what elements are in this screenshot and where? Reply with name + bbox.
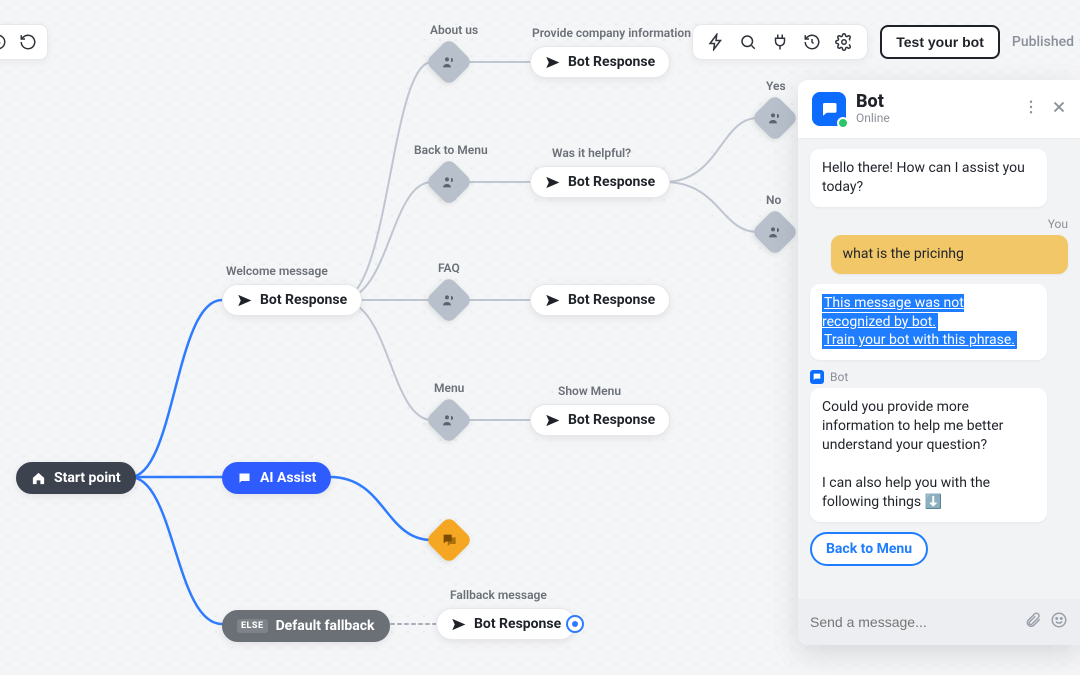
reply-line1: Could you provide more information to he… (822, 399, 1003, 453)
node-ai-assist[interactable]: AI Assist (222, 462, 331, 494)
node-back-to-menu[interactable]: Back to Menu (432, 165, 466, 199)
node-about-us[interactable]: About us (432, 45, 466, 79)
gear-icon[interactable] (835, 33, 853, 51)
back-title: Back to Menu (414, 143, 488, 157)
faq-title: FAQ (438, 261, 460, 275)
about-resp-title: Provide company information (532, 26, 691, 40)
chat-panel: Bot Online Hello there! How can I assist… (798, 80, 1080, 645)
about-resp-label: Bot Response (568, 54, 655, 70)
who-bot: Bot (810, 370, 1068, 384)
undo-redo-toolbar (0, 24, 48, 60)
send-icon (451, 617, 466, 632)
node-menu[interactable]: Menu (432, 403, 466, 437)
chat-body[interactable]: Hello there! How can I assist you today?… (798, 139, 1080, 599)
chat-input[interactable] (810, 614, 1016, 630)
helpful-title: Was it helpful? (552, 146, 631, 160)
ai-icon (441, 532, 457, 548)
bolt-icon[interactable] (707, 33, 725, 51)
node-faq-response[interactable]: Bot Response (530, 284, 670, 316)
start-label: Start point (54, 470, 121, 486)
chat-name: Bot (856, 93, 890, 112)
welcome-title: Welcome message (226, 264, 328, 278)
who-you: You (810, 217, 1068, 231)
person-icon (441, 292, 457, 308)
chat-status: Online (856, 111, 890, 125)
send-icon (545, 55, 560, 70)
node-default-fallback[interactable]: ELSE Default fallback (222, 610, 390, 642)
person-icon (767, 110, 783, 126)
person-icon (441, 412, 457, 428)
node-no[interactable]: No (758, 215, 792, 249)
reply-line2: I can also help you with the following t… (822, 475, 990, 510)
node-menu-response[interactable]: Show Menu Bot Response (530, 404, 670, 436)
node-about-response[interactable]: Provide company information Bot Response (530, 46, 670, 78)
search-icon[interactable] (739, 33, 757, 51)
send-icon (545, 293, 560, 308)
person-icon (767, 224, 783, 240)
history-icon[interactable] (803, 33, 821, 51)
home-icon (31, 471, 46, 486)
menu-resp-label: Bot Response (568, 412, 655, 428)
person-icon (441, 174, 457, 190)
fallback-label: Bot Response (474, 616, 561, 632)
chat-icon (237, 471, 252, 486)
more-icon[interactable] (1022, 98, 1040, 120)
tools-toolbar (692, 24, 868, 60)
person-icon (441, 54, 457, 70)
helpful-label: Bot Response (568, 174, 655, 190)
flow-canvas[interactable]: Test your bot Published Start point Welc… (0, 0, 1080, 675)
msg-unrecognized[interactable]: This message was not recognized by bot. … (810, 284, 1047, 361)
send-icon (545, 413, 560, 428)
fallback-title: Fallback message (450, 588, 547, 602)
alert-line2: Train your bot with this phrase. (822, 331, 1017, 349)
refresh-icon[interactable] (17, 31, 39, 53)
default-fallback-label: Default fallback (276, 618, 375, 634)
plug-icon[interactable] (771, 33, 789, 51)
about-title: About us (430, 23, 478, 37)
publish-status: Published (1012, 34, 1076, 50)
menu-resp-title: Show Menu (558, 384, 621, 398)
no-title: No (766, 193, 781, 207)
chat-header: Bot Online (798, 80, 1080, 139)
send-icon (237, 293, 252, 308)
welcome-label: Bot Response (260, 292, 347, 308)
mini-avatar (810, 370, 824, 384)
test-bot-button[interactable]: Test your bot (880, 25, 1000, 59)
node-start[interactable]: Start point (16, 462, 136, 494)
msg-bot-reply: Could you provide more information to he… (810, 388, 1047, 521)
msg-user: what is the pricinhg (831, 235, 1068, 274)
close-icon[interactable] (1050, 98, 1068, 120)
status-dot (837, 117, 849, 129)
node-ai-diamond[interactable] (432, 523, 466, 557)
sender-bot-label: Bot (830, 370, 848, 384)
fallback-port[interactable] (566, 615, 584, 633)
ai-assist-label: AI Assist (260, 470, 316, 486)
yes-title: Yes (766, 79, 786, 93)
chat-input-bar (798, 599, 1080, 645)
alert-line1: This message was not recognized by bot. (822, 294, 964, 331)
node-faq[interactable]: FAQ (432, 283, 466, 317)
node-yes[interactable]: Yes (758, 101, 792, 135)
chat-avatar (812, 92, 846, 126)
top-right-bar: Test your bot Published (692, 24, 1076, 60)
node-welcome[interactable]: Welcome message Bot Response (222, 284, 362, 316)
send-icon (545, 175, 560, 190)
else-badge: ELSE (237, 619, 268, 633)
chat-bubble-icon (820, 100, 838, 118)
faq-resp-label: Bot Response (568, 292, 655, 308)
attach-icon[interactable] (1024, 611, 1042, 633)
node-fallback-response[interactable]: Fallback message Bot Response (436, 608, 576, 640)
msg-greeting: Hello there! How can I assist you today? (810, 149, 1047, 207)
clock-icon[interactable] (0, 31, 9, 53)
menu-title: Menu (434, 381, 464, 395)
quick-reply-back[interactable]: Back to Menu (810, 532, 928, 566)
node-helpful-response[interactable]: Was it helpful? Bot Response (530, 166, 670, 198)
emoji-icon[interactable] (1050, 611, 1068, 633)
